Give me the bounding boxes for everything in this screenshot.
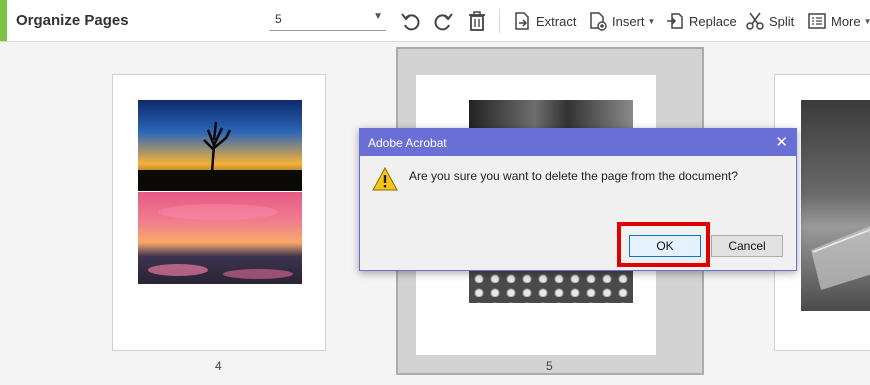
chevron-down-icon: ▼	[647, 16, 656, 26]
scissors-icon	[746, 12, 764, 30]
rotate-left-icon[interactable]	[400, 10, 422, 32]
more-options-icon	[808, 13, 826, 29]
chevron-down-icon: ▼	[863, 16, 870, 26]
replace-label: Replace	[689, 13, 737, 29]
page-range-value: 5	[275, 12, 282, 26]
page-label-5: 5	[546, 359, 553, 373]
dialog-message: Are you sure you want to delete the page…	[409, 169, 738, 183]
rotate-right-icon[interactable]	[432, 10, 454, 32]
split-button[interactable]: Split	[745, 9, 794, 33]
chevron-down-icon: ▼	[373, 11, 383, 22]
page-thumbnail-4[interactable]	[112, 74, 326, 351]
split-label: Split	[769, 13, 795, 29]
insert-label: Insert	[612, 13, 645, 29]
cancel-button[interactable]: Cancel	[711, 235, 783, 257]
toolbar-divider	[499, 9, 500, 33]
page-label-4: 4	[215, 359, 222, 373]
insert-page-icon	[590, 12, 607, 31]
close-icon[interactable]: ✕	[775, 133, 788, 151]
replace-page-icon	[667, 13, 683, 29]
extract-label: Extract	[536, 13, 577, 29]
trash-icon[interactable]	[466, 10, 488, 32]
highlight-box	[617, 222, 710, 267]
extract-button[interactable]: Extract	[512, 9, 576, 33]
toolbar-title: Organize Pages	[16, 12, 129, 29]
toolbar-accent-bar	[0, 0, 7, 41]
pink-sunset-shore-image	[138, 192, 302, 284]
dialog-title-bar: Adobe Acrobat ✕	[360, 129, 796, 156]
warning-icon	[372, 167, 398, 191]
more-label: More	[831, 13, 861, 29]
more-button[interactable]: More ▼	[807, 9, 870, 33]
grayscale-photo-image	[469, 100, 633, 130]
organize-pages-toolbar: Organize Pages 5 ▼ Extract Insert ▼ Repl…	[0, 0, 870, 42]
insert-button[interactable]: Insert ▼	[588, 9, 655, 33]
replace-button[interactable]: Replace	[665, 9, 737, 33]
dialog-title: Adobe Acrobat	[368, 136, 447, 150]
sunset-tree-image	[138, 100, 302, 191]
daisies-grayscale-image	[469, 269, 633, 303]
page-range-select[interactable]: 5 ▼	[269, 9, 386, 31]
extract-icon	[515, 12, 529, 30]
laptop-photo-image	[801, 100, 870, 311]
